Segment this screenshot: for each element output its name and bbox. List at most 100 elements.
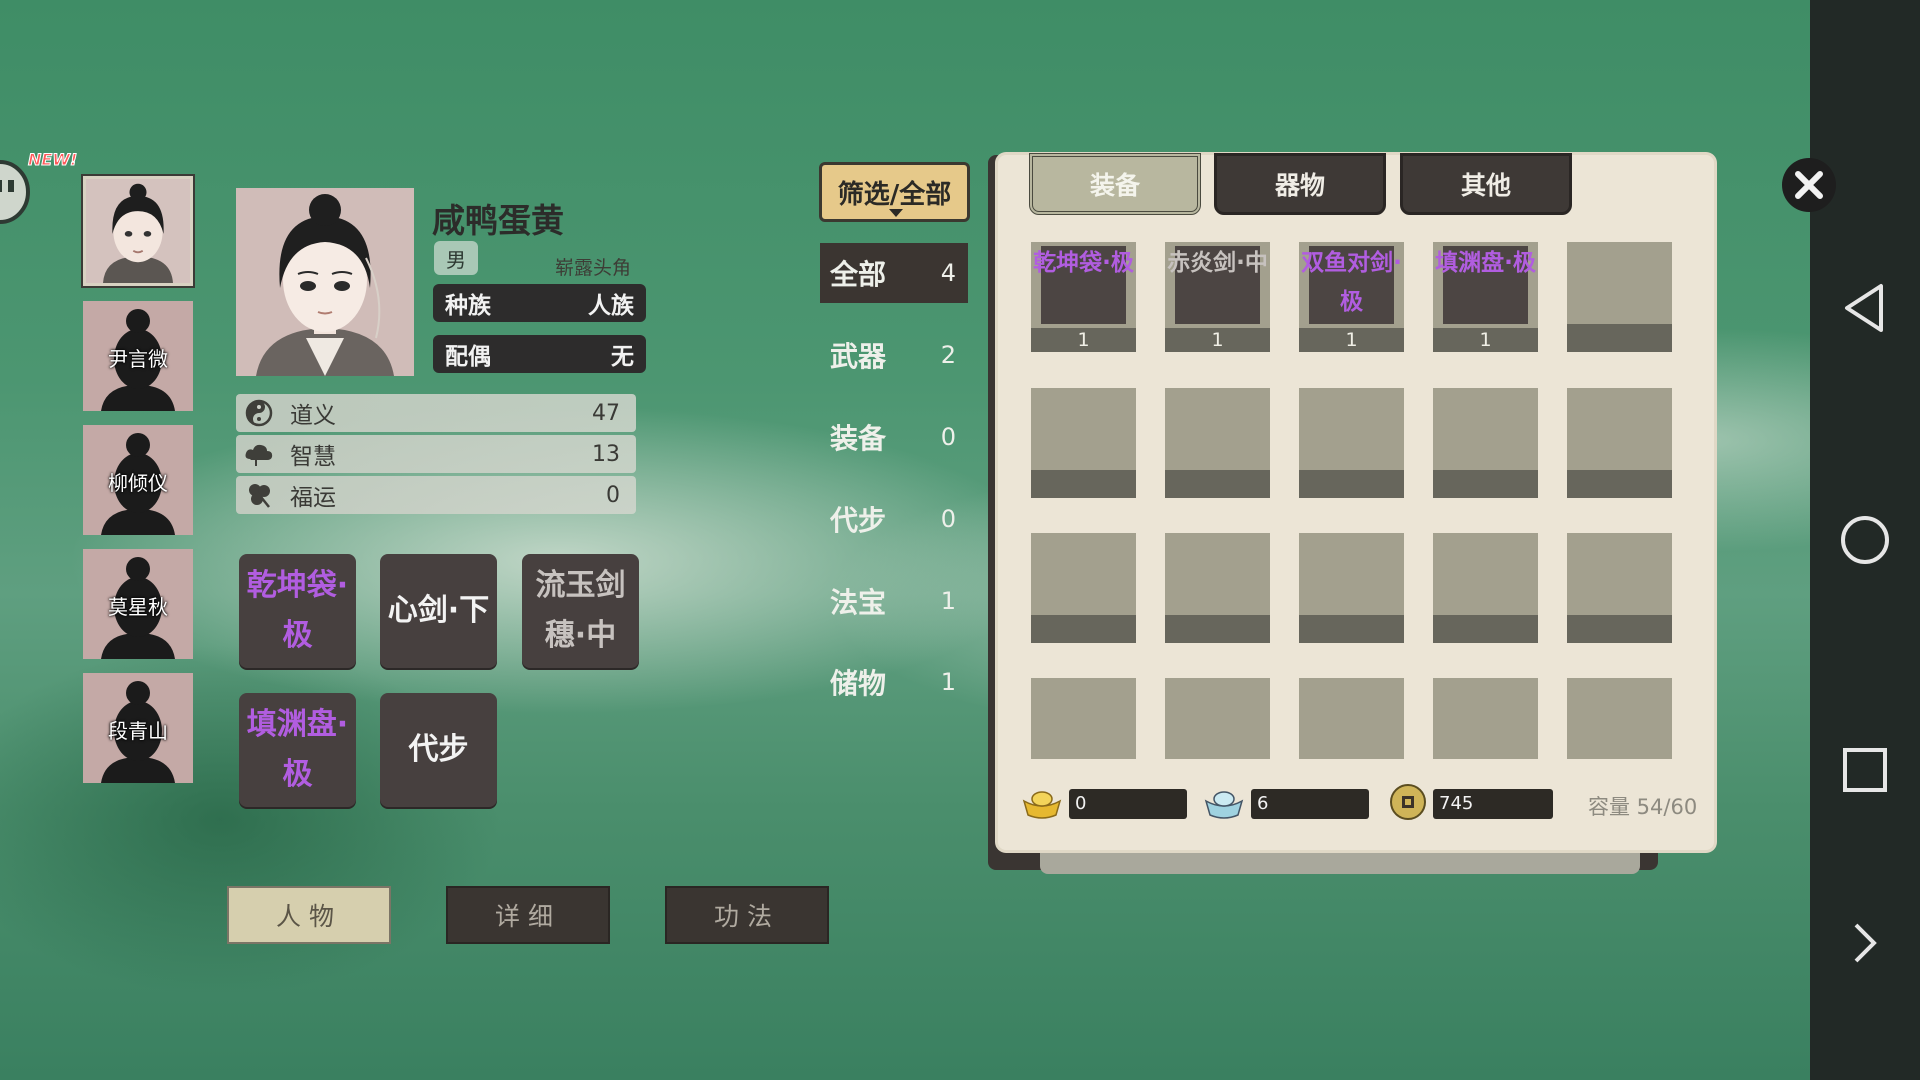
yin-yang-icon (244, 398, 274, 428)
category-all[interactable]: 全部 4 (820, 243, 968, 303)
character-portrait (236, 188, 414, 376)
inventory-item-slot[interactable]: 赤炎剑·中 1 (1165, 242, 1270, 352)
item-count: 1 (1299, 328, 1404, 352)
empty-slot[interactable] (1299, 678, 1404, 759)
new-badge: NEW! (27, 150, 78, 170)
tab-character[interactable]: 人物 (227, 886, 391, 944)
character-name: 莫星秋 (108, 595, 168, 619)
gold-ingot-icon (1022, 791, 1062, 819)
empty-slot[interactable] (1165, 678, 1270, 759)
inventory-tab-other[interactable]: 其他 (1400, 153, 1572, 215)
empty-slot[interactable] (1567, 678, 1672, 759)
stat-label: 道义 (290, 403, 336, 429)
item-count: 1 (1165, 328, 1270, 352)
empty-slot[interactable] (1165, 533, 1270, 643)
category-count: 0 (940, 423, 956, 451)
filter-label: 筛选/全部 (837, 179, 952, 210)
inventory-item-slot[interactable]: 乾坤袋·极 1 (1031, 242, 1136, 352)
inventory-item-slot[interactable]: 双鱼对剑·极 1 (1299, 242, 1404, 352)
category-count: 0 (940, 505, 956, 533)
recents-icon[interactable] (1810, 730, 1920, 810)
category-weapon[interactable]: 武器 2 (820, 325, 968, 385)
category-label: 装备 (830, 422, 887, 455)
system-nav-bar (1810, 0, 1920, 1080)
gender-badge: 男 (434, 241, 478, 275)
equipped-slot-3[interactable]: 流玉剑穗·中 (522, 554, 639, 668)
caret-down-icon (889, 209, 903, 217)
character-slot-4[interactable]: 莫星秋 (83, 549, 193, 659)
empty-slot[interactable] (1567, 242, 1672, 352)
category-storage[interactable]: 储物 1 (820, 652, 968, 712)
empty-slot[interactable] (1299, 388, 1404, 498)
stat-value: 13 (592, 441, 620, 467)
filter-button[interactable]: 筛选/全部 (819, 162, 970, 222)
stat-label: 福运 (290, 485, 336, 511)
silver-amount: 6 (1251, 789, 1369, 819)
chevron-right-icon[interactable] (1810, 903, 1920, 983)
character-name: 尹言微 (108, 347, 168, 371)
stat-row-zhihui: 智慧 13 (236, 435, 636, 473)
character-slot-2[interactable]: 尹言微 (83, 301, 193, 411)
character-name: 柳倾仪 (108, 471, 168, 495)
empty-slot[interactable] (1031, 678, 1136, 759)
empty-slot[interactable] (1165, 388, 1270, 498)
item-name: 填渊盘·极 (1435, 250, 1536, 276)
race-bar: 种族 人族 (433, 284, 646, 322)
equipped-slot-5[interactable]: 代步 (380, 693, 497, 807)
stat-row-fuyun: 福运 0 (236, 476, 636, 514)
cloud-icon (244, 439, 274, 469)
stat-value: 47 (592, 400, 620, 426)
spouse-value: 无 (611, 344, 634, 370)
character-slot-5[interactable]: 段青山 (83, 673, 193, 783)
inventory-tab-items[interactable]: 器物 (1214, 153, 1386, 215)
category-label: 武器 (830, 340, 887, 373)
empty-slot[interactable] (1299, 533, 1404, 643)
tab-skills[interactable]: 功法 (665, 886, 829, 944)
empty-slot[interactable] (1433, 678, 1538, 759)
item-count: 1 (1031, 328, 1136, 352)
stat-row-daoyi: 道义 47 (236, 394, 636, 432)
equipped-slot-2[interactable]: 心剑·下 (380, 554, 497, 668)
gold-amount: 0 (1069, 789, 1187, 819)
tab-details[interactable]: 详细 (446, 886, 610, 944)
category-count: 2 (940, 341, 956, 369)
spouse-label: 配偶 (445, 344, 491, 370)
inventory-item-slot[interactable]: 填渊盘·极 1 (1433, 242, 1538, 352)
empty-slot[interactable] (1433, 388, 1538, 498)
character-name-title: 咸鸭蛋黄 (432, 201, 564, 240)
equipped-slot-4[interactable]: 填渊盘·极 (239, 693, 356, 807)
empty-slot[interactable] (1433, 533, 1538, 643)
clover-icon (244, 480, 274, 510)
inventory-capacity: 容量 54/60 (1588, 795, 1698, 819)
inventory-tab-equipment[interactable]: 装备 (1029, 153, 1201, 215)
home-icon[interactable] (1810, 500, 1920, 580)
category-mount[interactable]: 代步 0 (820, 489, 968, 549)
close-icon (1795, 171, 1823, 199)
item-name: 双鱼对剑·极 (1301, 250, 1402, 315)
empty-slot[interactable] (1031, 533, 1136, 643)
character-slot-3[interactable]: 柳倾仪 (83, 425, 193, 535)
stat-label: 智慧 (290, 444, 336, 470)
coin-icon (1390, 784, 1426, 820)
category-equipment[interactable]: 装备 0 (820, 407, 968, 467)
coin-amount: 745 (1433, 789, 1553, 819)
empty-slot[interactable] (1031, 388, 1136, 498)
race-label: 种族 (445, 293, 491, 319)
silver-ingot-icon (1204, 791, 1244, 819)
stat-value: 0 (606, 482, 620, 508)
empty-slot[interactable] (1567, 388, 1672, 498)
category-count: 1 (940, 668, 956, 696)
item-name: 乾坤袋·极 (1033, 250, 1134, 276)
item-name: 赤炎剑·中 (1167, 250, 1268, 276)
category-label: 法宝 (830, 586, 887, 619)
equipped-slot-1[interactable]: 乾坤袋·极 (239, 554, 356, 668)
spouse-bar: 配偶 无 (433, 335, 646, 373)
character-slot-1[interactable] (83, 176, 193, 286)
back-icon[interactable] (1810, 268, 1920, 348)
category-treasure[interactable]: 法宝 1 (820, 571, 968, 631)
close-button[interactable] (1782, 158, 1836, 212)
empty-slot[interactable] (1567, 533, 1672, 643)
category-count: 1 (940, 587, 956, 615)
race-value: 人族 (588, 293, 634, 319)
character-name: 段青山 (108, 719, 168, 743)
